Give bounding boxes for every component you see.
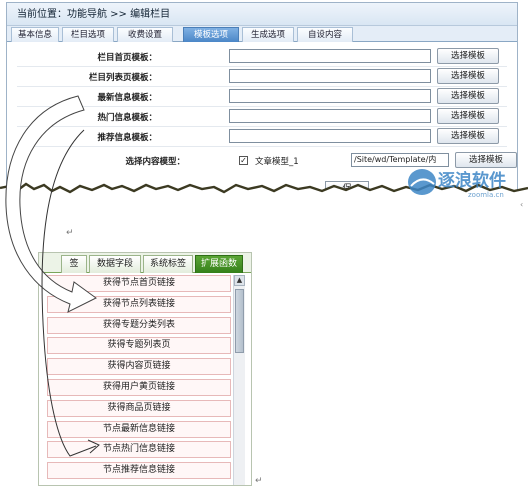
function-tab-bar: 签 数据字段 系统标签 扩展函数 [39, 253, 251, 273]
form-row-hot-info-template: 热门信息模板： 选择模板 [7, 107, 517, 127]
content-model-checkbox[interactable]: ✓ [239, 156, 248, 165]
row-divider [17, 146, 507, 147]
tab-system-labels[interactable]: 系统标签 [143, 255, 193, 273]
tab-column-options[interactable]: 栏目选项 [62, 27, 114, 42]
function-item-product-page-link[interactable]: 获得商品页链接 [47, 399, 231, 417]
scrollbar-thumb[interactable] [235, 289, 244, 353]
function-item-node-recommended-info-link[interactable]: 节点推荐信息链接 [47, 462, 231, 480]
scroll-up-arrow-icon[interactable]: ▲ [234, 275, 245, 286]
column-list-template-input[interactable] [229, 69, 431, 83]
tab-data-fields[interactable]: 数据字段 [89, 255, 141, 273]
tab-labels[interactable]: 签 [61, 255, 87, 273]
watermark-text: 逐浪软件 [438, 170, 506, 191]
recommended-info-template-input[interactable] [229, 129, 431, 143]
select-template-button[interactable]: 选择模板 [437, 88, 499, 104]
latest-info-template-input[interactable] [229, 89, 431, 103]
paragraph-mark: ↵ [66, 228, 74, 238]
paragraph-mark: ↵ [255, 476, 263, 486]
function-item-user-yellowpage-link[interactable]: 获得用户黄页链接 [47, 378, 231, 396]
function-item-node-home-link[interactable]: 获得节点首页链接 [47, 275, 231, 292]
field-label: 选择内容模型： [125, 157, 185, 167]
tab-custom-content[interactable]: 自设内容 [297, 27, 353, 42]
tab-template-options[interactable]: 模板选项 [183, 27, 239, 42]
watermark-subtext: zoomla.cn [468, 191, 504, 199]
field-label: 推荐信息模板： [97, 133, 157, 143]
field-label: 热门信息模板： [97, 113, 157, 123]
tab-bar: 基本信息 栏目选项 收费设置 模板选项 生成选项 自设内容 [7, 26, 517, 42]
function-item-special-list-page[interactable]: 获得专题列表页 [47, 337, 231, 355]
tab-basic-info[interactable]: 基本信息 [11, 27, 59, 42]
tiny-mark: ‹ [520, 200, 524, 209]
field-label: 栏目首页模板： [97, 53, 157, 63]
zoomla-watermark-logo: 逐浪软件 zoomla.cn [408, 169, 506, 199]
hot-info-template-input[interactable] [229, 109, 431, 123]
column-home-template-input[interactable] [229, 49, 431, 63]
tab-generate-options[interactable]: 生成选项 [242, 27, 294, 42]
form-row-latest-info-template: 最新信息模板： 选择模板 [7, 87, 517, 107]
form-row-column-list-template: 栏目列表页模板： 选择模板 [7, 67, 517, 87]
select-template-button[interactable]: 选择模板 [437, 68, 499, 84]
select-template-button[interactable]: 选择模板 [437, 48, 499, 64]
tab-charge-settings[interactable]: 收费设置 [117, 27, 173, 42]
function-item-node-hot-info-link[interactable]: 节点热门信息链接 [47, 441, 231, 459]
form-row-recommended-info-template: 推荐信息模板： 选择模板 [7, 127, 517, 147]
tab-extension-functions[interactable]: 扩展函数 [195, 255, 243, 273]
field-label: 最新信息模板： [97, 93, 157, 103]
function-picker-panel: 签 数据字段 系统标签 扩展函数 获得节点首页链接 获得节点列表链接 获得专题分… [38, 252, 252, 486]
field-label: 栏目列表页模板： [88, 73, 157, 83]
breadcrumb: 当前位置：功能导航 >> 编辑栏目 [7, 3, 517, 26]
function-item-special-category-list[interactable]: 获得专题分类列表 [47, 316, 231, 334]
function-item-node-latest-info-link[interactable]: 节点最新信息链接 [47, 420, 231, 438]
function-list-scrollbar[interactable]: ▲ [233, 275, 245, 485]
function-item-content-page-link[interactable]: 获得内容页链接 [47, 358, 231, 376]
function-item-node-list-link[interactable]: 获得节点列表链接 [47, 295, 231, 313]
select-template-button[interactable]: 选择模板 [437, 108, 499, 124]
select-template-button[interactable]: 选择模板 [437, 128, 499, 144]
form-row-column-home-template: 栏目首页模板： 选择模板 [7, 47, 517, 67]
function-list: 获得节点首页链接 获得节点列表链接 获得专题分类列表 获得专题列表页 获得内容页… [47, 275, 231, 483]
content-model-name: 文章模型_1 [255, 157, 299, 167]
